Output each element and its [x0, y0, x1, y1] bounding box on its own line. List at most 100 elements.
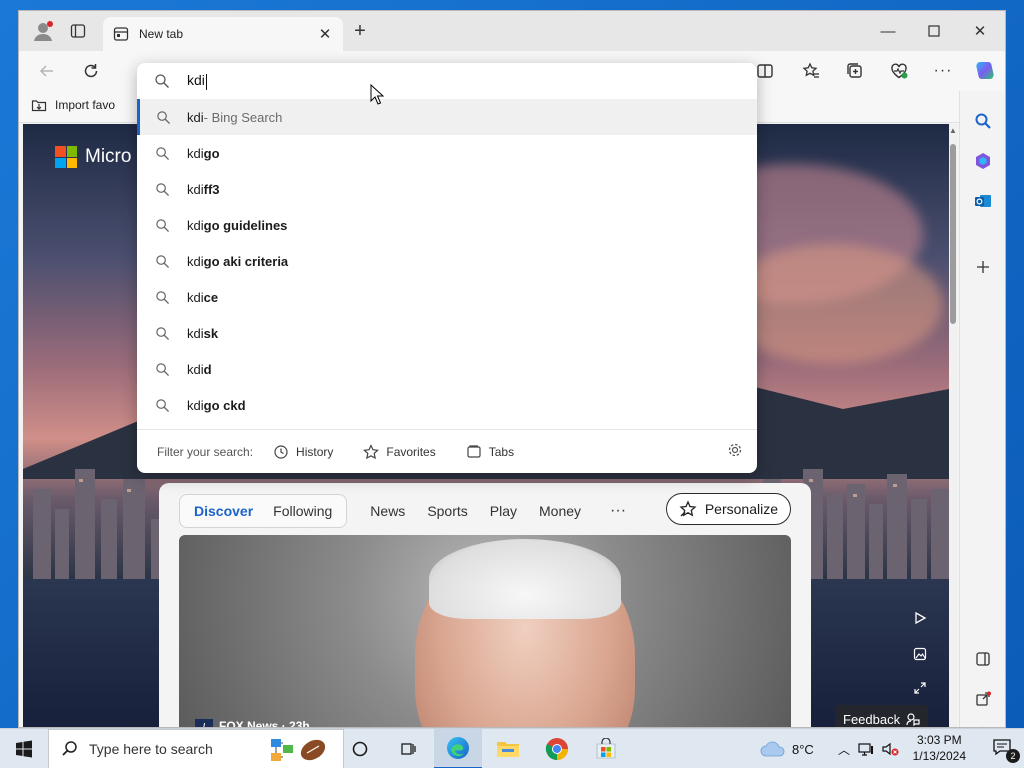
- tab-close-icon[interactable]: ✕: [317, 25, 333, 43]
- suggestion-item[interactable]: kdi go aki criteria: [137, 243, 757, 279]
- search-icon: [137, 182, 187, 197]
- play-background-button[interactable]: [909, 607, 931, 629]
- suggestion-item[interactable]: kdi - Bing Search: [137, 99, 757, 135]
- task-view-button[interactable]: [384, 729, 432, 768]
- tab-new-tab[interactable]: New tab ✕: [103, 17, 343, 51]
- page-scrollbar[interactable]: ▲: [949, 124, 957, 727]
- taskbar-edge[interactable]: [434, 729, 482, 768]
- suggestion-item[interactable]: kdi go ckd: [137, 387, 757, 423]
- filter-history-button[interactable]: History: [273, 444, 333, 460]
- scrollbar-thumb[interactable]: [950, 144, 956, 324]
- import-favorites-label: Import favo: [55, 98, 116, 112]
- sidebar-external-button[interactable]: [967, 683, 999, 715]
- weather-widget[interactable]: 8°C: [760, 729, 814, 768]
- suggestion-item[interactable]: kdi go: [137, 135, 757, 171]
- expand-button[interactable]: [909, 677, 931, 699]
- folder-import-icon: [31, 100, 47, 112]
- tab-actions-button[interactable]: [63, 11, 93, 51]
- sidebar-outlook-button[interactable]: [967, 185, 999, 217]
- suggestion-item[interactable]: kdi sk: [137, 315, 757, 351]
- taskbar-search-box[interactable]: Type here to search: [48, 729, 344, 768]
- back-button[interactable]: [31, 55, 63, 87]
- system-clock[interactable]: 3:03 PM 1/13/2024: [913, 732, 966, 764]
- sidebar-m365-button[interactable]: [967, 145, 999, 177]
- folder-icon: [497, 742, 519, 757]
- close-icon: ✕: [973, 23, 987, 40]
- sidebar-search-button[interactable]: [967, 105, 999, 137]
- tab-money[interactable]: Money: [528, 503, 592, 519]
- hero-article-image[interactable]: [179, 535, 791, 727]
- taskbar-store[interactable]: [582, 729, 630, 768]
- maximize-icon: [928, 25, 940, 37]
- collections-icon: [847, 63, 862, 78]
- favorites-button[interactable]: [795, 55, 827, 87]
- cloud-icon: [760, 741, 785, 757]
- suggestion-item[interactable]: kdi ce: [137, 279, 757, 315]
- personalize-icon: [679, 500, 697, 517]
- sidebar-add-button[interactable]: [967, 251, 999, 283]
- play-icon: [915, 611, 927, 625]
- chevron-up-icon[interactable]: ︿: [838, 741, 850, 758]
- volume-muted-icon[interactable]: [882, 742, 900, 756]
- tab-actions-icon: [70, 24, 86, 38]
- search-icon: [137, 146, 187, 161]
- sidebar-hide-button[interactable]: [967, 643, 999, 675]
- title-bar: New tab ✕ + — ✕: [19, 11, 1005, 51]
- minimize-button[interactable]: —: [865, 11, 911, 51]
- history-icon: [274, 444, 288, 459]
- collections-button[interactable]: [839, 55, 871, 87]
- feedback-label: Feedback: [843, 711, 901, 727]
- feedback-button[interactable]: Feedback: [835, 705, 929, 727]
- clock-date: 1/13/2024: [912, 749, 966, 763]
- suggestion-item[interactable]: kdi d: [137, 351, 757, 387]
- refresh-button[interactable]: [75, 55, 107, 87]
- filter-tabs-button[interactable]: Tabs: [466, 444, 514, 460]
- favorites-star-icon: [802, 62, 819, 78]
- fox-news-logo-icon: /: [195, 719, 213, 727]
- suggestion-item[interactable]: kdi ff3: [137, 171, 757, 207]
- cortana-button[interactable]: [336, 729, 384, 768]
- sidebar-settings-button[interactable]: [967, 717, 999, 727]
- tab-play[interactable]: Play: [479, 503, 528, 519]
- search-settings-gear-icon[interactable]: [727, 442, 743, 461]
- filter-favorites-button[interactable]: Favorites: [363, 443, 436, 460]
- feed-tabs: Discover Following News Sports Play Mone…: [179, 493, 644, 529]
- notification-center-button[interactable]: 2: [992, 737, 1020, 763]
- system-tray: ︿: [838, 729, 900, 768]
- text-caret: [205, 73, 207, 90]
- scroll-up-arrow-icon[interactable]: ▲: [949, 126, 957, 135]
- address-input-value[interactable]: kdi: [187, 72, 207, 90]
- tabs-icon: [467, 444, 481, 458]
- new-tab-button[interactable]: +: [345, 11, 375, 51]
- taskbar-chrome[interactable]: [533, 729, 581, 768]
- settings-more-button[interactable]: ···: [927, 55, 959, 87]
- search-icon: [137, 218, 187, 233]
- personalize-label: Personalize: [704, 501, 778, 517]
- more-tabs-button[interactable]: ···: [592, 502, 644, 520]
- background-image-button[interactable]: [909, 643, 931, 665]
- address-bar[interactable]: kdi: [137, 63, 757, 99]
- search-icon: [137, 254, 187, 269]
- close-window-button[interactable]: ✕: [957, 11, 1003, 51]
- copilot-button[interactable]: [969, 55, 1001, 87]
- windows-logo-icon: [16, 740, 32, 758]
- portrait-hair: [429, 539, 621, 619]
- suggestion-item[interactable]: kdi go guidelines: [137, 207, 757, 243]
- search-icon: [62, 741, 77, 756]
- tab-sports[interactable]: Sports: [416, 503, 478, 519]
- edge-icon: [447, 737, 469, 759]
- taskbar-file-explorer[interactable]: [484, 729, 532, 768]
- tab-discover[interactable]: Discover: [184, 503, 263, 519]
- browser-essentials-button[interactable]: [883, 55, 915, 87]
- search-filter-bar: Filter your search: History Favorites Ta…: [137, 429, 757, 473]
- personalize-button[interactable]: Personalize: [665, 493, 791, 525]
- maximize-button[interactable]: [911, 11, 957, 51]
- tab-following[interactable]: Following: [263, 503, 342, 519]
- profile-button[interactable]: [27, 11, 59, 51]
- start-button[interactable]: [0, 729, 48, 768]
- microsoft-store-icon: [596, 738, 616, 759]
- import-favorites-button[interactable]: Import favo: [31, 97, 115, 113]
- more-dots-icon: ···: [933, 62, 953, 79]
- network-icon[interactable]: [858, 742, 874, 756]
- tab-news[interactable]: News: [359, 503, 416, 519]
